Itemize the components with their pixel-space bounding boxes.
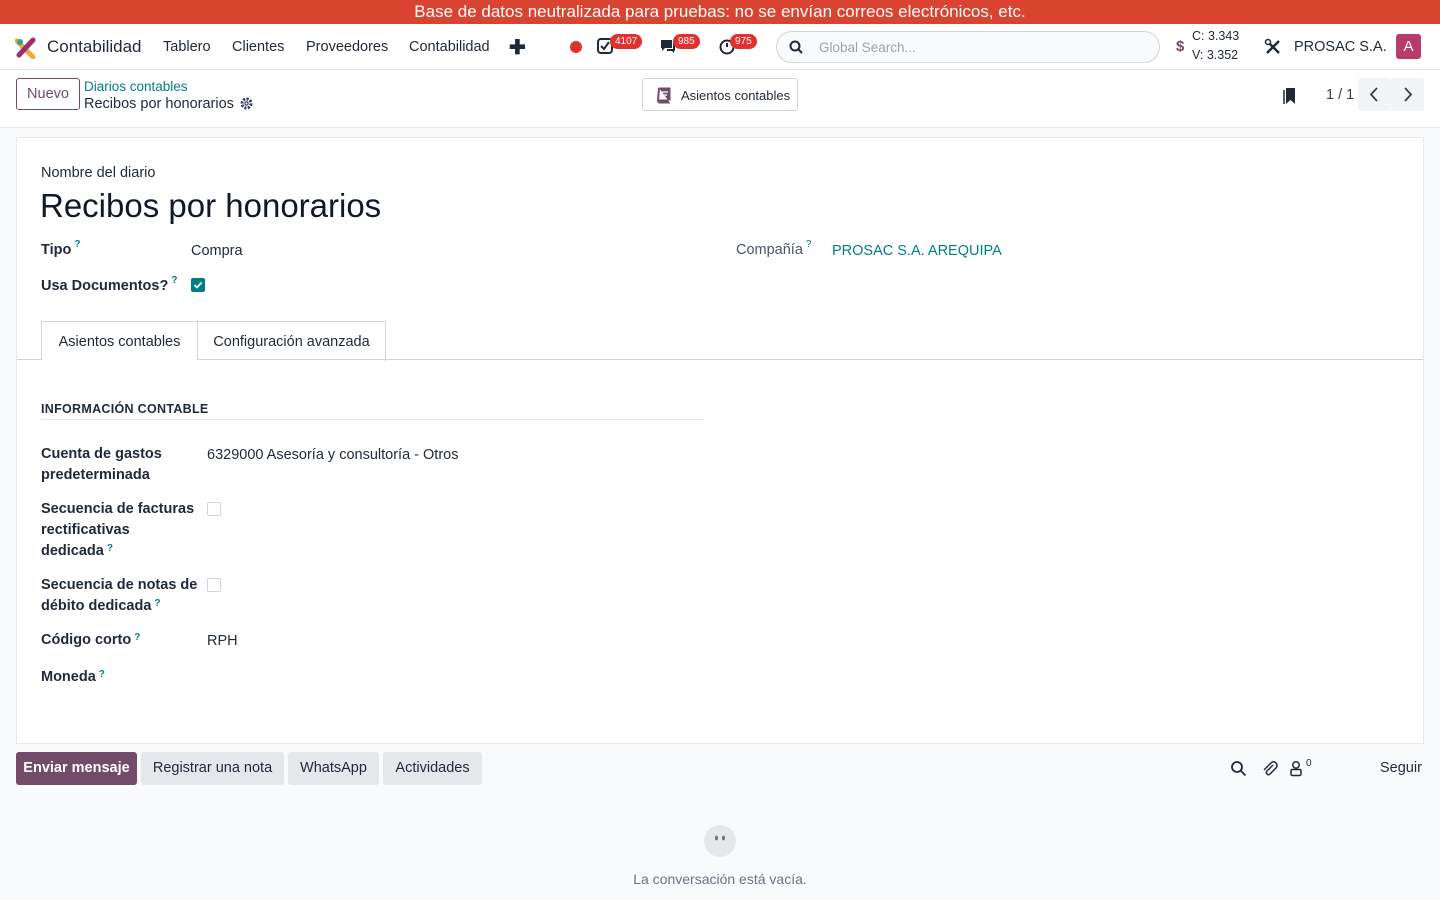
short-code-field[interactable]: RPH [207,633,238,649]
user-lock-icon[interactable] [1289,760,1306,777]
search-input[interactable]: Global Search... [819,40,916,55]
help-tooltip-icon[interactable]: ? [99,669,105,680]
new-button[interactable]: Nuevo [16,78,80,110]
activities-button[interactable]: Actividades [383,752,482,785]
check-icon [193,281,203,289]
followers-count: 0 [1306,758,1312,769]
pager-next-button[interactable] [1391,78,1424,111]
bookmark-icon[interactable] [1283,87,1298,105]
debit-note-sequence-checkbox[interactable] [207,578,221,592]
refund-sequence-label: Secuencia de facturas rectificativas ded… [41,501,195,559]
menu-clientes[interactable]: Clientes [232,39,284,55]
user-avatar[interactable]: A [1396,34,1421,59]
help-tooltip-icon[interactable]: ? [107,543,113,554]
default-expense-account-field[interactable]: 6329000 Asesoría y consultoría - Otros [207,447,458,463]
send-message-button[interactable]: Enviar mensaje [16,752,137,785]
journal-entries-smart-button[interactable]: Asientos contables [642,78,798,111]
tab-advanced-settings[interactable]: Configuración avanzada [197,321,386,361]
messages-badge: 985 [673,34,700,49]
debit-note-sequence-label: Secuencia de notas de débito dedicada? [41,577,198,614]
menu-contabilidad[interactable]: Contabilidad [409,39,490,55]
pager-value[interactable]: 1 / 1 [1326,87,1354,103]
refund-sequence-checkbox[interactable] [207,502,221,516]
tools-icon[interactable] [1264,38,1282,56]
chevron-left-icon [1369,87,1378,102]
help-tooltip-icon[interactable]: ? [74,239,80,250]
app-logo-icon[interactable] [15,37,37,59]
journal-name-input[interactable]: Recibos por honorarios [40,187,381,225]
type-select[interactable]: Compra [191,243,243,259]
menu-tablero[interactable]: Tablero [163,39,211,55]
empty-conversation-text: La conversación está vacía. [633,871,807,887]
help-tooltip-icon[interactable]: ? [134,632,140,643]
tab-divider [17,359,1423,360]
group-divider [41,419,704,420]
help-tooltip-icon[interactable]: ? [806,239,812,250]
test-database-banner: Base de datos neutralizada para pruebas:… [0,0,1440,24]
gear-icon[interactable] [240,97,253,110]
tab-journal-entries[interactable]: Asientos contables [41,321,198,361]
help-tooltip-icon[interactable]: ? [171,275,177,286]
company-switcher[interactable]: PROSAC S.A. [1294,39,1387,55]
type-label: Tipo? [41,239,81,258]
currency-sign: $ [1176,38,1185,55]
plus-icon[interactable]: ✚ [509,35,526,60]
uses-documents-checkbox[interactable] [191,278,205,292]
empty-face-icon [704,825,736,857]
journal-name-label: Nombre del diario [41,165,156,181]
pager-previous-button[interactable] [1358,78,1391,111]
activities-badge: 4107 [610,34,643,49]
search-icon[interactable] [1230,760,1247,777]
company-label: Compañía? [736,239,812,258]
help-tooltip-icon[interactable]: ? [154,598,160,609]
timers-badge: 975 [730,34,757,49]
follow-button[interactable]: Seguir [1380,760,1422,776]
search-icon [789,40,803,54]
control-panel: Nuevo Diarios contables Recibos por hono… [0,70,1440,128]
uses-documents-label: Usa Documentos?? [41,275,178,294]
book-icon [657,87,671,104]
company-field[interactable]: PROSAC S.A. AREQUIPA [832,243,1002,259]
paperclip-icon[interactable] [1261,760,1278,777]
breadcrumb-current: Recibos por honorarios [84,96,234,112]
short-code-label: Código corto? [41,632,141,648]
log-note-button[interactable]: Registrar una nota [141,752,284,785]
form-sheet: Nombre del diario Recibos por honorarios… [16,137,1424,744]
app-name[interactable]: Contabilidad [47,37,142,57]
exchange-rate-buy: C: 3.343 [1192,29,1240,43]
menu-proveedores[interactable]: Proveedores [306,39,388,55]
whatsapp-button[interactable]: WhatsApp [288,752,379,785]
group-title: INFORMACIÓN CONTABLE [41,402,209,416]
exchange-rate-sell: V: 3.352 [1192,48,1239,62]
smart-button-label: Asientos contables [681,88,791,103]
top-navbar: Contabilidad Tablero Clientes Proveedore… [0,24,1440,70]
currency-label: Moneda? [41,669,105,685]
global-search[interactable]: Global Search... [776,31,1160,63]
breadcrumb-parent[interactable]: Diarios contables [84,79,188,94]
record-icon[interactable] [570,41,582,53]
chevron-right-icon [1404,87,1413,102]
default-expense-account-label: Cuenta de gastos predeterminada [41,446,162,483]
